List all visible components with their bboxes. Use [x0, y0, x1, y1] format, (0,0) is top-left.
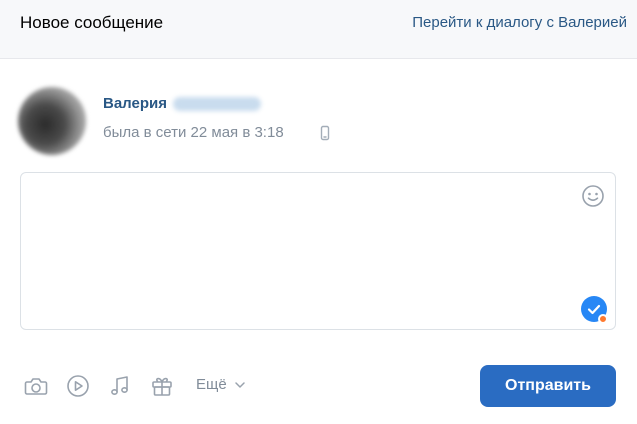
video-play-icon[interactable]	[65, 374, 91, 398]
avatar[interactable]	[18, 87, 86, 155]
chevron-down-icon[interactable]	[234, 380, 246, 390]
check-badge[interactable]	[581, 296, 608, 324]
new-message-dialog: Новое сообщение Перейти к диалогу с Вале…	[0, 0, 637, 424]
notification-dot	[598, 314, 608, 324]
recipient-name[interactable]: Валерия	[103, 95, 167, 113]
more-button[interactable]: Ещё	[196, 376, 227, 394]
smile-icon[interactable]	[581, 184, 605, 208]
music-note-icon[interactable]	[107, 374, 133, 398]
phone-icon	[320, 125, 330, 141]
dialog-header: Новое сообщение Перейти к диалогу с Вале…	[0, 0, 637, 59]
go-to-dialog-link[interactable]: Перейти к диалогу с Валерией	[412, 13, 627, 33]
gift-icon[interactable]	[149, 374, 175, 398]
blurred-surname	[173, 97, 261, 111]
message-box	[20, 172, 616, 330]
camera-icon[interactable]	[23, 374, 49, 398]
last-seen-status: была в сети 22 мая в 3:18	[103, 124, 284, 141]
send-button[interactable]: Отправить	[480, 365, 616, 407]
dialog-title: Новое сообщение	[20, 13, 164, 32]
message-input[interactable]	[21, 173, 615, 329]
